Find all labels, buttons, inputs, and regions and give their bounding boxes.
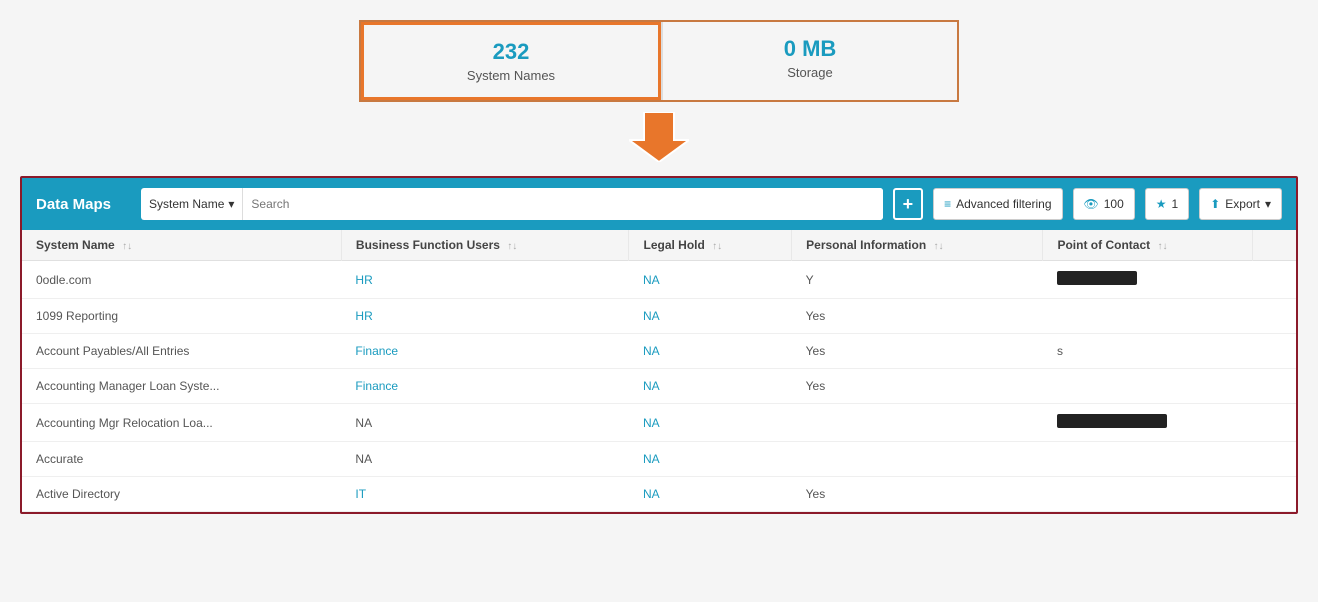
storage-count: 0 MB [683,36,937,62]
cell-system-name[interactable]: Accounting Mgr Relocation Loa... [22,404,341,442]
col-legal-hold[interactable]: Legal Hold ↑↓ [629,230,792,261]
cell-legal-hold[interactable]: NA [629,369,792,404]
plus-icon: + [903,194,914,215]
table-head: System Name ↑↓ Business Function Users ↑… [22,230,1296,261]
cell-system-name[interactable]: Active Directory [22,477,341,512]
export-dropdown-icon: ▾ [1265,197,1271,211]
cell-system-name[interactable]: Accounting Manager Loan Syste... [22,369,341,404]
cell-point-of-contact: s [1043,334,1253,369]
data-table: System Name ↑↓ Business Function Users ↑… [22,230,1296,512]
cell-personal-info [792,404,1043,442]
cell-legal-hold[interactable]: NA [629,442,792,477]
data-maps-section: Data Maps System Name ▾ + ≡ Advanced fil… [20,176,1298,514]
search-bar: System Name ▾ [141,188,883,220]
cell-business-function[interactable]: HR [341,261,629,299]
stats-container: 232 System Names 0 MB Storage [20,20,1298,102]
table-header-row: System Name ↑↓ Business Function Users ↑… [22,230,1296,261]
eye-icon: 👁 [1084,197,1099,211]
sort-icon-4: ↑↓ [934,241,944,252]
cell-business-function: NA [341,404,629,442]
cell-system-name[interactable]: Account Payables/All Entries [22,334,341,369]
table-title: Data Maps [36,196,111,213]
cell-business-function[interactable]: HR [341,299,629,334]
search-dropdown[interactable]: System Name ▾ [141,188,243,220]
cell-empty [1253,404,1296,442]
system-names-count: 232 [384,39,638,65]
cell-point-of-contact [1043,477,1253,512]
cell-empty [1253,477,1296,512]
cell-system-name[interactable]: Accurate [22,442,341,477]
table-header-bar: Data Maps System Name ▾ + ≡ Advanced fil… [22,178,1296,230]
cell-personal-info: Yes [792,369,1043,404]
arrow-container [20,112,1298,162]
cell-point-of-contact [1043,369,1253,404]
col-personal-info[interactable]: Personal Information ↑↓ [792,230,1043,261]
cell-empty [1253,442,1296,477]
cell-legal-hold[interactable]: NA [629,334,792,369]
cell-empty [1253,369,1296,404]
sort-icon: ↑↓ [122,241,132,252]
cell-business-function[interactable]: IT [341,477,629,512]
count-1-button[interactable]: ★ 1 [1145,188,1189,220]
stats-box: 232 System Names 0 MB Storage [359,20,959,102]
col-business-function[interactable]: Business Function Users ↑↓ [341,230,629,261]
cell-empty [1253,334,1296,369]
sort-icon-3: ↑↓ [712,241,722,252]
export-button[interactable]: ⬆ Export ▾ [1199,188,1282,220]
col-system-name[interactable]: System Name ↑↓ [22,230,341,261]
export-icon: ⬆ [1210,197,1220,211]
table-row: AccurateNANA [22,442,1296,477]
storage-stat[interactable]: 0 MB Storage [663,22,957,100]
sort-icon-2: ↑↓ [507,241,517,252]
storage-label: Storage [683,65,937,80]
cell-system-name[interactable]: 1099 Reporting [22,299,341,334]
redacted-bar [1057,414,1167,428]
advanced-filtering-button[interactable]: ≡ Advanced filtering [933,188,1062,220]
count-100-button[interactable]: 👁 100 [1073,188,1135,220]
cell-business-function: NA [341,442,629,477]
table-row: Account Payables/All EntriesFinanceNAYes… [22,334,1296,369]
cell-business-function[interactable]: Finance [341,334,629,369]
cell-business-function[interactable]: Finance [341,369,629,404]
cell-personal-info: Yes [792,334,1043,369]
add-button[interactable]: + [893,188,924,220]
cell-legal-hold[interactable]: NA [629,299,792,334]
search-dropdown-label: System Name [149,197,224,211]
system-names-label: System Names [384,68,638,83]
cell-personal-info: Yes [792,299,1043,334]
down-arrow-icon [629,112,689,162]
table-row: Accounting Manager Loan Syste...FinanceN… [22,369,1296,404]
table-row: Active DirectoryITNAYes [22,477,1296,512]
star-icon: ★ [1156,197,1167,211]
cell-legal-hold[interactable]: NA [629,404,792,442]
redacted-bar [1057,271,1137,285]
chevron-down-icon: ▾ [228,197,234,211]
table-row: 0odle.comHRNAY [22,261,1296,299]
cell-system-name[interactable]: 0odle.com [22,261,341,299]
cell-point-of-contact [1043,404,1253,442]
table-body: 0odle.comHRNAY1099 ReportingHRNAYesAccou… [22,261,1296,512]
table-row: 1099 ReportingHRNAYes [22,299,1296,334]
cell-empty [1253,261,1296,299]
cell-legal-hold[interactable]: NA [629,261,792,299]
cell-point-of-contact [1043,299,1253,334]
filter-icon: ≡ [944,197,951,211]
system-names-stat[interactable]: 232 System Names [361,22,661,100]
table-row: Accounting Mgr Relocation Loa...NANA [22,404,1296,442]
col-actions [1253,230,1296,261]
cell-personal-info: Y [792,261,1043,299]
cell-empty [1253,299,1296,334]
cell-legal-hold[interactable]: NA [629,477,792,512]
cell-personal-info: Yes [792,477,1043,512]
cell-personal-info [792,442,1043,477]
search-input[interactable] [243,188,882,220]
cell-point-of-contact [1043,261,1253,299]
col-point-of-contact[interactable]: Point of Contact ↑↓ [1043,230,1253,261]
cell-point-of-contact [1043,442,1253,477]
sort-icon-5: ↑↓ [1157,241,1167,252]
